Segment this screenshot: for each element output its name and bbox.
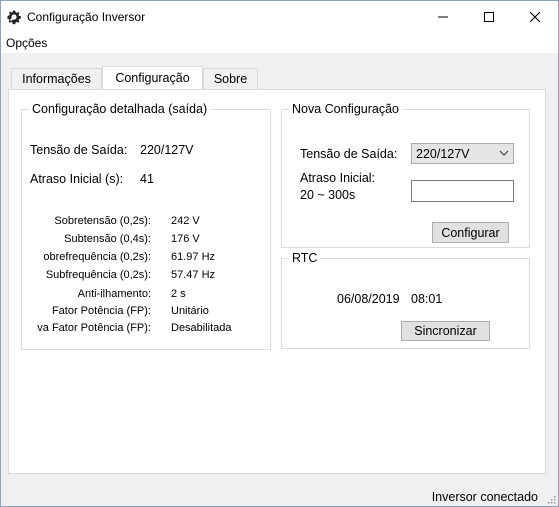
new-delay-label: Atraso Inicial: [300,171,376,185]
undervoltage-label: Subtensão (0,4s): [64,233,151,245]
close-button[interactable] [512,1,558,33]
overfrequency-value: 61.97 Hz [171,251,216,263]
new-delay-range: 20 ~ 300s [300,188,356,202]
maximize-icon [484,12,494,22]
underfrequency-value: 57.47 Hz [171,269,216,281]
tab-configuracao[interactable]: Configuração [102,66,203,89]
power-factor-label: Fator Potência (FP): [51,305,151,317]
resize-grip-icon[interactable] [546,494,556,504]
tab-informacoes[interactable]: Informações [11,68,102,89]
rtc-legend: RTC [289,251,321,265]
anti-islanding-label: Anti-ilhamento: [77,288,151,300]
power-factor-curve-value: Desabilitada [171,322,232,334]
overvoltage-value: 242 V [171,215,200,227]
undervoltage-value: 176 V [171,233,200,245]
tab-sobre[interactable]: Sobre [203,68,258,89]
underfrequency-label: Subfrequência (0,2s): [45,269,151,281]
configure-button-label: Configurar [441,225,500,240]
power-factor-curve-label: va Fator Potência (FP): [37,322,151,334]
app-window: Configuração Inversor Opções Informações… [0,0,559,507]
tab-label: Informações [22,72,91,86]
window-title: Configuração Inversor [27,10,146,24]
menu-bar: Opções [1,33,558,53]
power-factor-value: Unitário [171,305,209,317]
connection-status: Inversor conectado [431,490,538,504]
rtc-time: 08:01 [411,292,443,306]
initial-delay-value: 41 [140,172,154,186]
maximize-button[interactable] [466,1,512,33]
output-voltage-label: Tensão de Saída: [30,143,128,157]
voltage-select-value: 220/127V [416,147,470,161]
gear-app-icon [7,10,21,25]
overvoltage-label: Sobretensão (0,2s): [54,215,151,227]
title-bar: Configuração Inversor [1,1,558,33]
sync-button[interactable]: Sincronizar [401,321,490,341]
anti-islanding-value: 2 s [171,288,186,300]
configure-button[interactable]: Configurar [432,222,509,243]
sync-button-label: Sincronizar [414,324,477,338]
chevron-down-icon [499,150,509,156]
initial-delay-input[interactable] [411,180,514,202]
rtc-date: 06/08/2019 [337,292,400,306]
minimize-button[interactable] [420,1,466,33]
tab-label: Sobre [213,72,248,86]
initial-delay-label: Atraso Inicial (s): [30,172,124,186]
output-voltage-value: 220/127V [140,143,194,157]
tab-label: Configuração [115,71,190,85]
voltage-select[interactable]: 220/127V [411,143,514,164]
status-bar: Inversor conectado [1,486,558,506]
detail-config-legend: Configuração detalhada (saída) [29,102,211,116]
new-config-legend: Nova Configuração [289,102,403,116]
new-voltage-label: Tensão de Saída: [300,147,398,161]
menu-options[interactable]: Opções [6,36,47,50]
minimize-icon [438,16,448,18]
close-icon [530,12,540,22]
overfrequency-label: obrefrequência (0,2s): [43,251,151,263]
